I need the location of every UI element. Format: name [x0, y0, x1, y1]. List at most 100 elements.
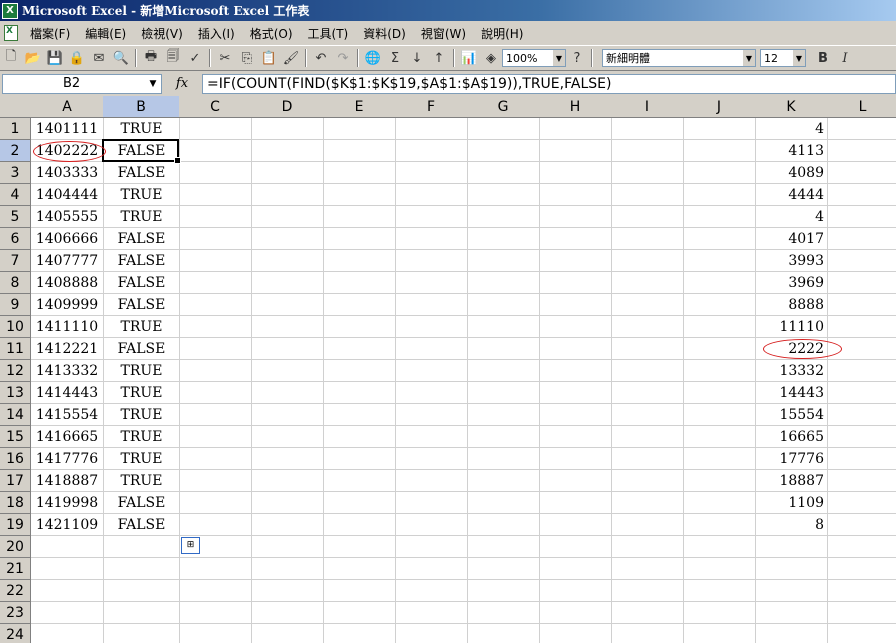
- row-header-7[interactable]: 7: [0, 250, 31, 272]
- cell-b14[interactable]: TRUE: [104, 404, 179, 426]
- row-header-1[interactable]: 1: [0, 118, 31, 140]
- row-header-15[interactable]: 15: [0, 426, 31, 448]
- cell-k17[interactable]: 18887: [756, 470, 824, 492]
- hyperlink-icon[interactable]: 🌐: [362, 48, 384, 68]
- italic-button[interactable]: I: [834, 48, 856, 68]
- column-header-j[interactable]: J: [683, 96, 756, 118]
- cut-icon[interactable]: ✂: [214, 48, 236, 68]
- row-header-11[interactable]: 11: [0, 338, 31, 360]
- cell-k14[interactable]: 15554: [756, 404, 824, 426]
- row-header-14[interactable]: 14: [0, 404, 31, 426]
- cell-a4[interactable]: 1404444: [32, 184, 102, 206]
- autofill-options-icon[interactable]: ⊞: [181, 537, 200, 554]
- column-header-h[interactable]: H: [539, 96, 612, 118]
- print-preview-icon[interactable]: 🗐: [162, 48, 184, 68]
- cell-k19[interactable]: 8: [756, 514, 824, 536]
- cell-b9[interactable]: FALSE: [104, 294, 179, 316]
- cell-a5[interactable]: 1405555: [32, 206, 102, 228]
- zoom-select[interactable]: 100% ▼: [502, 49, 566, 67]
- menu-format[interactable]: 格式(O): [244, 25, 302, 42]
- column-header-d[interactable]: D: [251, 96, 324, 118]
- cell-a8[interactable]: 1408888: [32, 272, 102, 294]
- cell-a3[interactable]: 1403333: [32, 162, 102, 184]
- cell-b19[interactable]: FALSE: [104, 514, 179, 536]
- column-header-a[interactable]: A: [31, 96, 104, 118]
- cell-a19[interactable]: 1421109: [32, 514, 102, 536]
- cell-a15[interactable]: 1416665: [32, 426, 102, 448]
- bold-button[interactable]: B: [812, 48, 834, 68]
- menu-edit[interactable]: 編輯(E): [79, 25, 135, 42]
- column-header-g[interactable]: G: [467, 96, 540, 118]
- select-all-button[interactable]: [0, 96, 32, 118]
- column-header-e[interactable]: E: [323, 96, 396, 118]
- cell-b12[interactable]: TRUE: [104, 360, 179, 382]
- row-header-12[interactable]: 12: [0, 360, 31, 382]
- workbook-icon[interactable]: [4, 25, 18, 41]
- cell-b4[interactable]: TRUE: [104, 184, 179, 206]
- cell-a12[interactable]: 1413332: [32, 360, 102, 382]
- formula-input[interactable]: =IF(COUNT(FIND($K$1:$K$19,$A$1:$A$19)),T…: [202, 73, 896, 94]
- font-select[interactable]: 新細明體 ▼: [602, 49, 756, 67]
- menu-help[interactable]: 說明(H): [475, 25, 532, 42]
- menu-window[interactable]: 視窗(W): [415, 25, 475, 42]
- cell-a6[interactable]: 1406666: [32, 228, 102, 250]
- copy-icon[interactable]: ⎘: [236, 48, 258, 68]
- redo-icon[interactable]: ↷: [332, 48, 354, 68]
- cell-k15[interactable]: 16665: [756, 426, 824, 448]
- cell-b11[interactable]: FALSE: [104, 338, 179, 360]
- menu-view[interactable]: 檢視(V): [135, 25, 192, 42]
- print-icon[interactable]: 🖶: [140, 48, 162, 68]
- cell-k1[interactable]: 4: [756, 118, 824, 140]
- sort-ascending-icon[interactable]: ↓: [406, 48, 428, 68]
- undo-icon[interactable]: ↶: [310, 48, 332, 68]
- column-header-f[interactable]: F: [395, 96, 468, 118]
- cell-k2[interactable]: 4113: [756, 140, 824, 162]
- row-header-24[interactable]: 24: [0, 624, 31, 643]
- spelling-icon[interactable]: ✓: [184, 48, 206, 68]
- cell-a11[interactable]: 1412221: [32, 338, 102, 360]
- cell-k16[interactable]: 17776: [756, 448, 824, 470]
- cell-k5[interactable]: 4: [756, 206, 824, 228]
- column-header-i[interactable]: I: [611, 96, 684, 118]
- cell-k6[interactable]: 4017: [756, 228, 824, 250]
- row-header-23[interactable]: 23: [0, 602, 31, 624]
- insert-function-icon[interactable]: fx: [162, 76, 202, 91]
- row-header-16[interactable]: 16: [0, 448, 31, 470]
- row-header-18[interactable]: 18: [0, 492, 31, 514]
- row-header-9[interactable]: 9: [0, 294, 31, 316]
- column-header-l[interactable]: L: [827, 96, 896, 118]
- cell-k4[interactable]: 4444: [756, 184, 824, 206]
- chevron-down-icon[interactable]: ▼: [743, 50, 755, 66]
- menu-data[interactable]: 資料(D): [357, 25, 415, 42]
- permission-icon[interactable]: 🔒: [66, 48, 88, 68]
- cell-a9[interactable]: 1409999: [32, 294, 102, 316]
- name-box[interactable]: B2 ▼: [2, 73, 162, 94]
- autosum-icon[interactable]: Σ: [384, 48, 406, 68]
- format-painter-icon[interactable]: 🖌: [280, 48, 302, 68]
- cell-a10[interactable]: 1411110: [32, 316, 102, 338]
- drawing-icon[interactable]: ◈: [480, 48, 502, 68]
- row-header-17[interactable]: 17: [0, 470, 31, 492]
- email-icon[interactable]: ✉: [88, 48, 110, 68]
- cell-b10[interactable]: TRUE: [104, 316, 179, 338]
- sort-descending-icon[interactable]: ↑: [428, 48, 450, 68]
- row-header-4[interactable]: 4: [0, 184, 31, 206]
- row-header-13[interactable]: 13: [0, 382, 31, 404]
- paste-icon[interactable]: 📋: [258, 48, 280, 68]
- font-size-select[interactable]: 12 ▼: [760, 49, 806, 67]
- active-cell-b2[interactable]: [102, 139, 181, 164]
- cell-k18[interactable]: 1109: [756, 492, 824, 514]
- cell-k7[interactable]: 3993: [756, 250, 824, 272]
- chevron-down-icon[interactable]: ▼: [793, 50, 805, 66]
- cell-a16[interactable]: 1417776: [32, 448, 102, 470]
- menu-insert[interactable]: 插入(I): [192, 25, 244, 42]
- menu-file[interactable]: 檔案(F): [24, 25, 79, 42]
- cell-b13[interactable]: TRUE: [104, 382, 179, 404]
- row-header-8[interactable]: 8: [0, 272, 31, 294]
- help-icon[interactable]: ?: [566, 48, 588, 68]
- cell-b16[interactable]: TRUE: [104, 448, 179, 470]
- cell-b6[interactable]: FALSE: [104, 228, 179, 250]
- open-icon[interactable]: 📂: [22, 48, 44, 68]
- cell-b7[interactable]: FALSE: [104, 250, 179, 272]
- cell-a13[interactable]: 1414443: [32, 382, 102, 404]
